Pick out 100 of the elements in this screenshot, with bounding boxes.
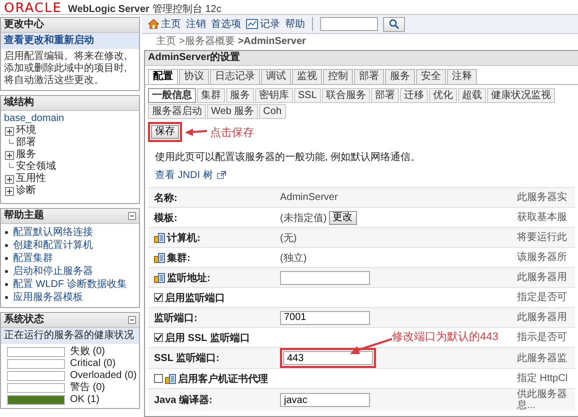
checkbox[interactable]	[154, 293, 163, 302]
bullet-icon	[5, 257, 8, 260]
field-description: 此服务器用	[517, 312, 568, 323]
tab[interactable]: 服务	[385, 69, 415, 84]
input-field[interactable]	[280, 270, 370, 284]
subtab[interactable]: 超载	[458, 88, 486, 103]
view-changes-link[interactable]: 查看更改和重新启动	[1, 33, 139, 49]
help-topic-link[interactable]: 配置集群	[13, 252, 53, 265]
field-description: 指定 HttpCl	[517, 373, 569, 384]
panel-title: 域结构	[1, 96, 139, 111]
tree-item[interactable]: 部署	[16, 137, 36, 149]
subtab[interactable]: 服务	[226, 88, 254, 103]
field-label: SSL 监听端口:	[154, 352, 220, 365]
field-value: AdminServer	[280, 192, 338, 203]
subtab[interactable]: 集群	[197, 88, 225, 103]
toolbar-link[interactable]: 注销	[186, 17, 206, 31]
tree-item[interactable]: 服务	[16, 149, 36, 161]
breadcrumb-current: >AdminServer	[238, 36, 306, 48]
tree-item[interactable]: 互用性	[16, 173, 46, 185]
subtab[interactable]: 迁移	[400, 88, 428, 103]
checkbox[interactable]	[154, 333, 163, 342]
toolbar-link[interactable]: 帮助	[285, 17, 305, 31]
toolbar-link[interactable]: 主页	[161, 17, 181, 31]
bullet-icon	[5, 231, 8, 234]
subtab[interactable]: 联合服务	[322, 88, 370, 103]
field-value: (独立)	[280, 252, 307, 264]
subtab[interactable]: 密钥库	[255, 88, 293, 103]
tab[interactable]: 安全	[416, 69, 446, 84]
help-topic-link[interactable]: 配置默认网络连接	[13, 226, 93, 239]
field-description: 供此服务器息...	[517, 389, 568, 411]
help-topic-link[interactable]: 应用服务器模板	[13, 291, 83, 304]
help-topic-link[interactable]: 配置 WLDF 诊断数据收集	[13, 278, 127, 291]
breadcrumb-link[interactable]: >服务器概要	[179, 36, 235, 48]
tab[interactable]: 监视	[292, 69, 322, 84]
health-bar	[7, 383, 65, 393]
field-label: 模板:	[154, 212, 178, 224]
tab[interactable]: 部署	[354, 69, 384, 84]
subtab[interactable]: Coh	[259, 104, 286, 119]
help-topic-link[interactable]: 启动和停止服务器	[13, 265, 93, 278]
subtab[interactable]: 一般信息	[148, 88, 196, 103]
breadcrumb-link[interactable]: 主页	[156, 36, 176, 48]
brand-logo: ORACLE	[4, 1, 62, 16]
toolbar-link[interactable]: 记录	[260, 17, 280, 31]
field-label: 计算机:	[167, 232, 200, 244]
tree-item[interactable]: base_domain	[4, 113, 64, 125]
annotation-text: 修改端口为默认的443	[392, 331, 498, 344]
field-description: 指示是否可	[517, 332, 568, 343]
tab[interactable]: 调试	[261, 69, 291, 84]
help-topic-link[interactable]: 创建和配置计算机	[13, 239, 93, 252]
field-label: 集群:	[167, 252, 190, 264]
subtab[interactable]: SSL	[294, 88, 321, 103]
tab[interactable]: 日志记录	[210, 69, 260, 84]
field-description: 指定是否可	[517, 292, 568, 303]
home-icon	[148, 19, 159, 29]
search-icon	[389, 19, 399, 29]
tab[interactable]: 注释	[447, 69, 477, 84]
health-label: 失败 (0)	[70, 346, 105, 358]
external-link-icon	[216, 171, 226, 179]
change-button[interactable]: 更改	[328, 210, 357, 224]
tab[interactable]: 协议	[179, 69, 209, 84]
health-bar	[7, 371, 65, 381]
bullet-icon	[5, 270, 8, 273]
search-field[interactable]	[320, 17, 378, 31]
health-bar	[7, 359, 65, 369]
tree-item[interactable]: 诊断	[16, 185, 36, 197]
health-label: Critical (0)	[70, 358, 116, 370]
bullet-icon	[5, 283, 8, 286]
subtab[interactable]: 部署	[370, 88, 399, 103]
input-field[interactable]: javac	[280, 393, 370, 407]
field-label: Java 编译器:	[154, 394, 212, 407]
field-value: (无)	[280, 232, 297, 244]
subtab[interactable]: 服务器启动	[148, 104, 206, 119]
product-name: WebLogic Server	[68, 4, 150, 15]
health-label: 警告 (0)	[70, 382, 105, 394]
input-field[interactable]: 7001	[280, 310, 370, 324]
subtab[interactable]: 优化	[428, 88, 457, 103]
tree-item[interactable]: 安全领域	[16, 161, 56, 173]
annotation-arrow	[350, 338, 392, 356]
subtab[interactable]: 健康状况监视	[486, 88, 555, 103]
settings-title: AdminServer的设置	[145, 51, 578, 66]
tab[interactable]: 控制	[323, 69, 353, 84]
check-icon	[155, 294, 162, 301]
checkbox-label: 启用监听端口	[165, 291, 225, 304]
jndi-tree-link[interactable]: 查看 JNDI 树	[155, 168, 213, 182]
checkbox[interactable]	[154, 374, 163, 383]
tree-item[interactable]: 环境	[16, 125, 36, 137]
tab[interactable]: 配置	[148, 69, 178, 84]
field-value: (未指定值)	[280, 212, 327, 224]
toolbar-link[interactable]: 首选项	[211, 17, 241, 31]
expand-icon	[5, 150, 14, 160]
panel-subtitle: 正在运行的服务器的健康状况	[1, 328, 139, 344]
field-description: 此服务器用	[517, 272, 568, 283]
field-label: 监听地址:	[167, 272, 210, 284]
check-icon	[155, 334, 162, 341]
save-button[interactable]: 保存	[151, 125, 179, 139]
expand-icon	[5, 126, 14, 136]
subtab[interactable]: Web 服务	[207, 104, 258, 119]
panel-title: 系统状态	[4, 314, 44, 326]
search-button[interactable]	[383, 16, 405, 32]
highlighted-input-field[interactable]: 443	[280, 348, 376, 368]
